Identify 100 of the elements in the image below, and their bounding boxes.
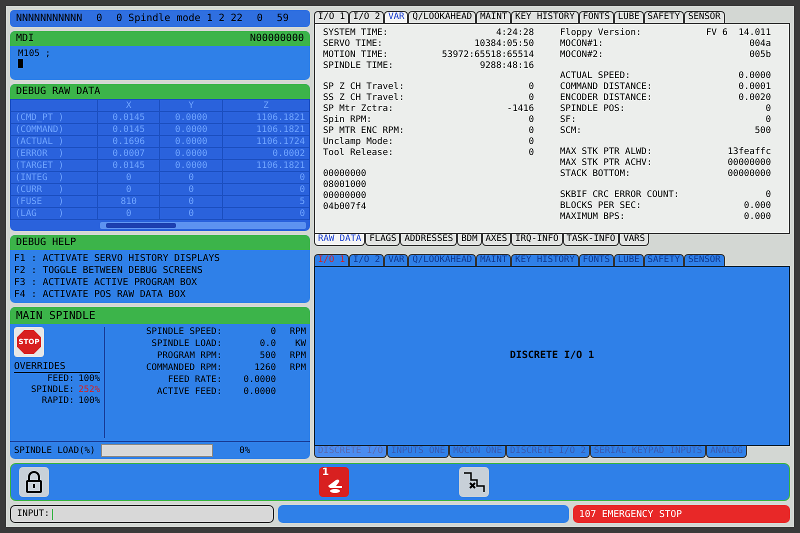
override-label: SPINDLE: xyxy=(30,385,74,396)
content-title: DISCRETE I/O 1 xyxy=(510,350,594,362)
row-label: (ERROR ) xyxy=(10,148,98,160)
row-label: (ACTUAL ) xyxy=(10,136,98,148)
field-label: SCM: xyxy=(560,126,583,137)
field-value: 0.000 xyxy=(742,212,772,223)
table-cell: 0 xyxy=(160,184,222,196)
program-line: M105 ; xyxy=(18,49,52,59)
tab[interactable]: I/O 1 xyxy=(314,11,350,23)
column-header: Y xyxy=(160,100,222,112)
scrollbar[interactable] xyxy=(100,222,306,229)
field-value: 0 xyxy=(764,190,772,201)
help-line: F1 : ACTIVATE SERVO HISTORY DISPLAYS xyxy=(14,253,221,264)
tab[interactable]: FONTS xyxy=(578,11,614,23)
tab[interactable]: IRQ-INFO xyxy=(511,234,563,246)
help-line: F4 : ACTIVATE POS RAW DATA BOX xyxy=(14,289,187,300)
field-label: SF: xyxy=(560,115,578,126)
status-text: 0 xyxy=(96,13,102,24)
alarm-message: 107 EMERGENCY STOP xyxy=(573,505,790,523)
table-cell: 0.0000 xyxy=(160,124,222,136)
table-cell: 1106.1821 xyxy=(222,124,310,136)
table-cell: 0 xyxy=(160,172,222,184)
field-value: 500 xyxy=(754,126,772,137)
override-value: 100% xyxy=(78,374,100,385)
field-value: 0.0000 xyxy=(737,71,772,82)
table-cell: 0 xyxy=(222,172,310,184)
field-value: 005b xyxy=(748,50,772,61)
tab[interactable]: LUBE xyxy=(614,11,644,23)
tab[interactable]: ADDRESSES xyxy=(400,234,458,246)
tab[interactable]: VAR xyxy=(384,11,408,23)
row-label: (FUSE ) xyxy=(10,196,98,208)
override-label: FEED: xyxy=(47,374,74,385)
field-label: MAX STK PTR ACHV: xyxy=(560,158,654,169)
table-cell: 0 xyxy=(160,208,222,220)
field-value: 53972:65518:65514 xyxy=(441,50,535,61)
field-value: 0 xyxy=(528,115,535,126)
reading-label: PROGRAM RPM: xyxy=(156,351,222,362)
field-label: Floppy Version: xyxy=(560,28,642,39)
override-value: 100% xyxy=(78,396,100,407)
panel-title: DEBUG RAW DATA xyxy=(16,86,100,97)
row-label: (COMMAND) xyxy=(10,124,98,136)
table-cell: 0.0002 xyxy=(222,148,310,160)
tab[interactable]: I/O 2 xyxy=(349,11,384,23)
row-label: (TARGET ) xyxy=(10,160,98,172)
table-cell: 0.0007 xyxy=(97,148,160,160)
field-value: 0 xyxy=(528,137,535,148)
tab[interactable]: VARS xyxy=(619,234,650,246)
row-label: (INTEG ) xyxy=(10,172,98,184)
field-label: COMMAND DISTANCE: xyxy=(560,82,654,93)
table-cell: 0.1696 xyxy=(97,136,160,148)
field-value: 0 xyxy=(764,104,772,115)
panel-title: MAIN SPINDLE xyxy=(16,309,96,322)
axis-zero-icon[interactable] xyxy=(459,467,489,497)
field-value: 0.0020 xyxy=(737,93,772,104)
field-value: 4:24:28 xyxy=(495,28,535,39)
table-cell: 0 xyxy=(97,172,160,184)
tab[interactable]: MAINT xyxy=(476,11,512,23)
handle-jog-icon[interactable]: 1 xyxy=(319,467,349,497)
reading-label: COMMANDED RPM: xyxy=(145,363,222,374)
field-label: SPINDLE POS: xyxy=(560,104,626,115)
sequence-number: N00000000 xyxy=(250,33,304,44)
load-label: SPINDLE LOAD(%) xyxy=(14,446,96,456)
tab[interactable]: FLAGS xyxy=(365,234,400,246)
tab[interactable]: BDM xyxy=(457,234,482,246)
field-value: 0 xyxy=(528,148,535,159)
table-cell: 0.0000 xyxy=(160,160,222,172)
panel-title: DEBUG HELP xyxy=(16,237,76,248)
status-text: NNNNNNNNNNN xyxy=(16,13,82,24)
field-value: 13feaffc xyxy=(726,147,772,158)
overrides-title: OVERRIDES xyxy=(14,361,100,373)
field-value: 0 xyxy=(528,93,535,104)
tab[interactable]: TASK-INFO xyxy=(562,234,620,246)
status-text: 59 xyxy=(276,13,289,24)
reading-unit: KW xyxy=(294,339,306,350)
field-label: SYSTEM TIME: xyxy=(323,28,390,39)
panel-title: MDI xyxy=(16,33,34,44)
field-label: Tool Release: xyxy=(323,148,394,159)
field-value: 9288:48:16 xyxy=(478,61,535,72)
override-label: RAPID: xyxy=(42,396,74,407)
field-label: MAXIMUM BPS: xyxy=(560,212,626,223)
field-label: ENCODER DISTANCE: xyxy=(560,93,654,104)
lock-icon[interactable] xyxy=(19,467,49,497)
tab[interactable]: KEY HISTORY xyxy=(511,11,579,23)
table-cell: 0 xyxy=(222,208,310,220)
status-text: 0 Spindle mode 1 2 22 xyxy=(116,13,243,24)
reading-value: 500 xyxy=(258,351,276,362)
tab[interactable]: RAW DATA xyxy=(314,234,366,246)
hex-value: 00000000 xyxy=(323,191,368,202)
field-value: 0 xyxy=(528,126,535,137)
tab[interactable]: SENSOR xyxy=(684,11,725,23)
reading-value: 1260 xyxy=(253,363,276,374)
hex-value: 00000000 xyxy=(323,169,368,180)
reading-label: FEED RATE: xyxy=(166,375,222,386)
row-label: (CURR ) xyxy=(10,184,98,196)
table-cell: 5 xyxy=(222,196,310,208)
tab[interactable]: Q/LOOKAHEAD xyxy=(408,11,476,23)
input-field[interactable]: INPUT: xyxy=(10,505,274,523)
field-label: SP Mtr Zctra: xyxy=(323,104,394,115)
tab[interactable]: SAFETY xyxy=(644,11,684,23)
reading-unit: RPM xyxy=(288,363,306,374)
